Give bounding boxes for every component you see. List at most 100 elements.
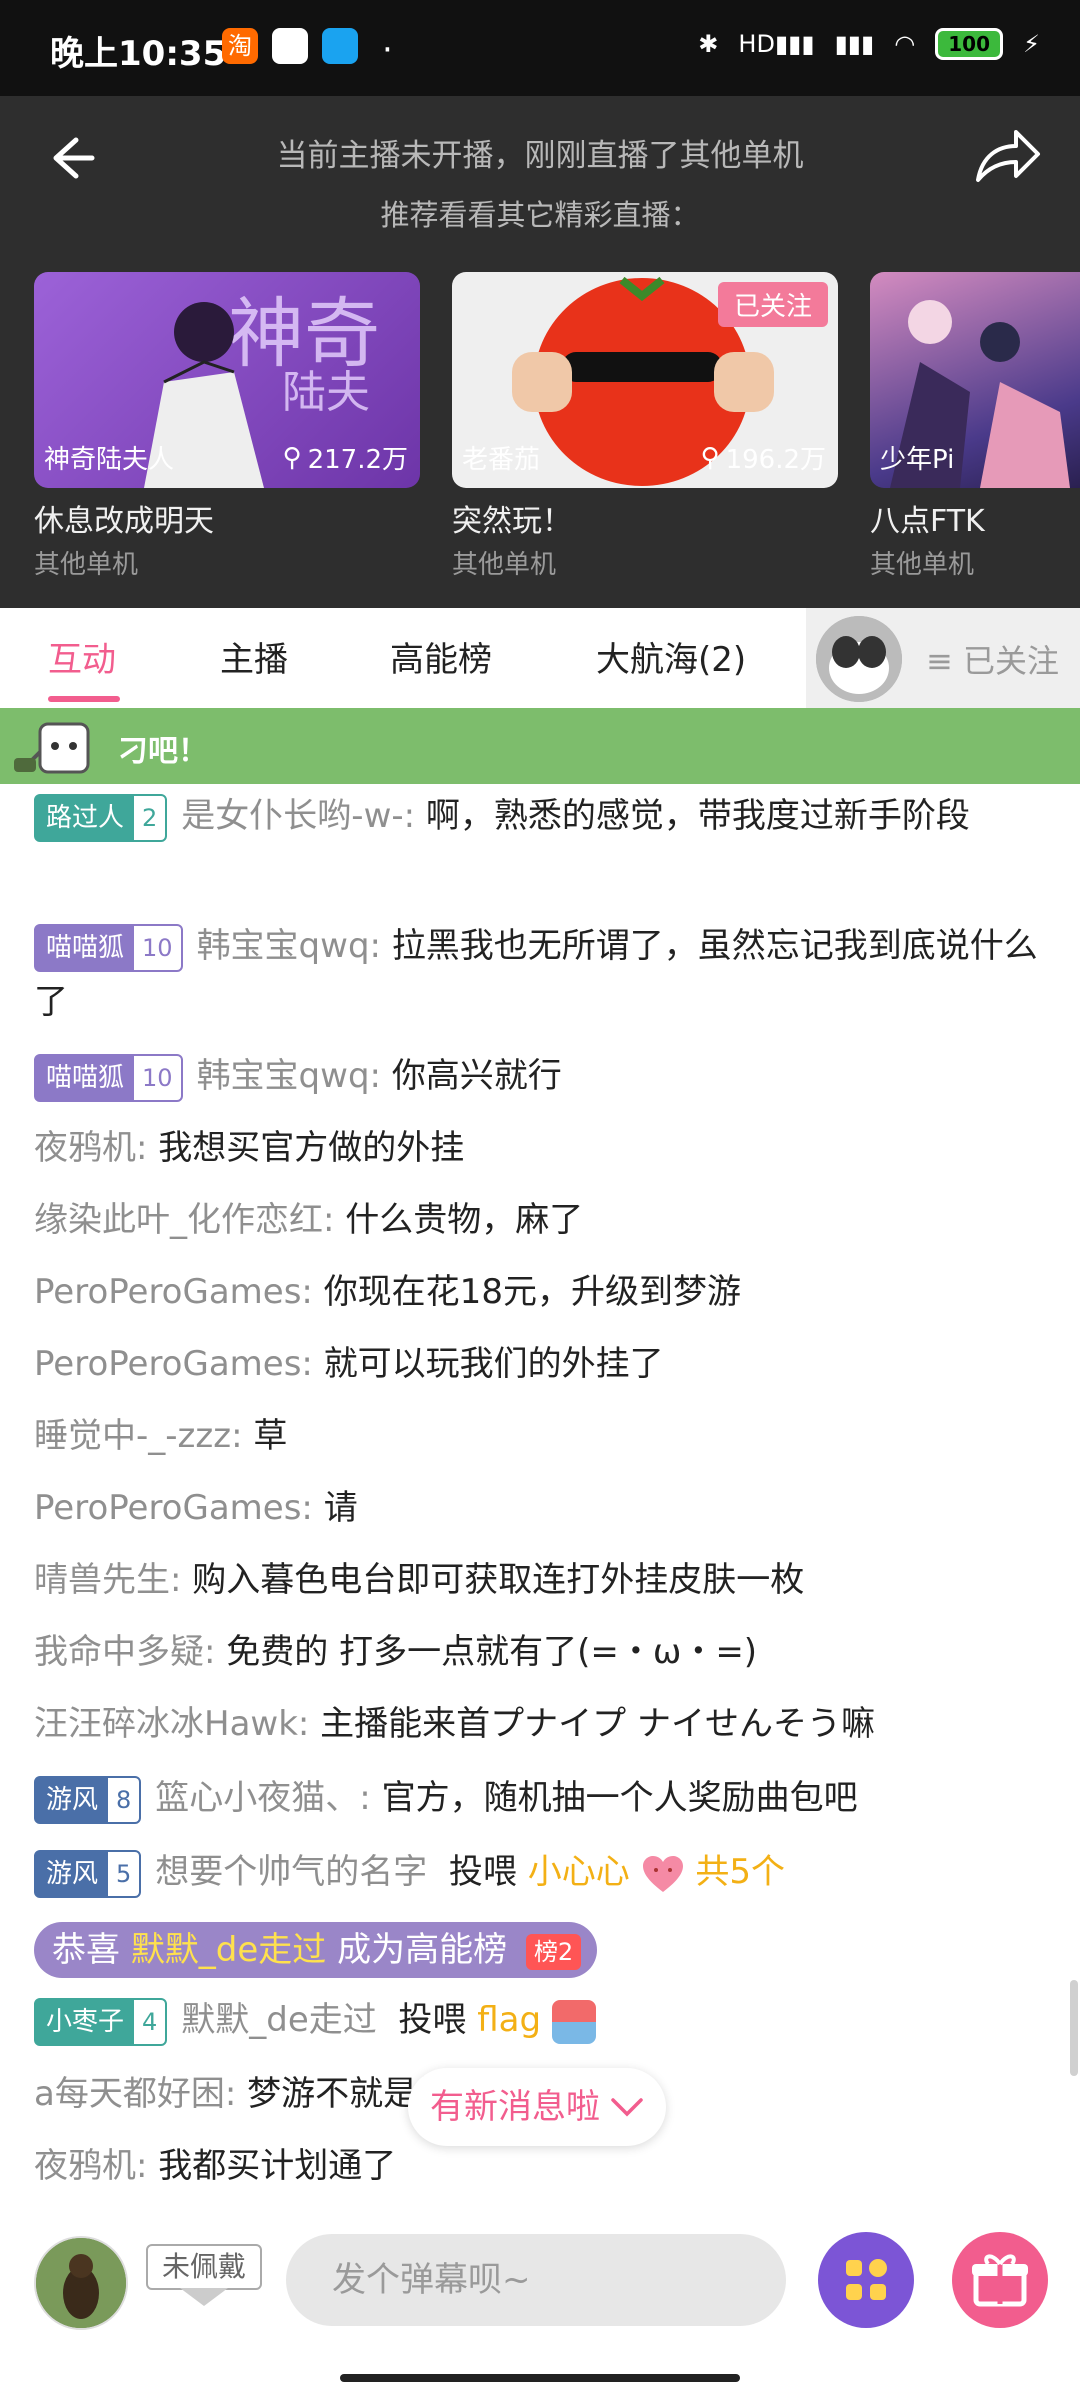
- gift-message: 小枣子 4 默默_de走过 投喂 flag: [34, 1992, 1044, 2048]
- streamer-name: 少年Pi: [880, 445, 955, 475]
- danmaku-input[interactable]: [286, 2234, 786, 2326]
- medal-ribbon: [180, 2288, 228, 2306]
- chat-username[interactable]: 想要个帅气的名字: [155, 1852, 427, 1892]
- status-time: 晚上10:35: [50, 34, 227, 74]
- gift-button[interactable]: [952, 2232, 1048, 2328]
- view-count: ⚲ 196.2万: [700, 442, 826, 476]
- chat-message: 汪汪碎冰冰Hawk: 主播能来首プナイプ ナイせんそう嘛: [34, 1696, 1044, 1752]
- chat-username[interactable]: 夜鸦机:: [34, 2146, 147, 2186]
- recommend-card[interactable]: 神奇 陆夫 神奇陆夫人 ⚲ 217.2万 休息改成明天 其他单机: [34, 272, 420, 581]
- fan-medal[interactable]: 游风 8: [34, 1775, 142, 1824]
- chat-message: PeroPeroGames: 就可以玩我们的外挂了: [34, 1336, 1044, 1392]
- chat-username[interactable]: PeroPeroGames:: [34, 1272, 313, 1312]
- chat-message: PeroPeroGames: 请: [34, 1480, 1044, 1536]
- chat-username[interactable]: PeroPeroGames:: [34, 1344, 313, 1384]
- streamer-name: 老番茄: [462, 445, 541, 475]
- chat-message: 睡觉中-_-zzz: 草: [34, 1408, 1044, 1464]
- notice-prefix: 恭喜: [52, 1930, 120, 1970]
- recommend-card[interactable]: 已关注 老番茄 ⚲ 196.2万 突然玩！ 其他单机: [452, 272, 838, 581]
- chat-username[interactable]: 睡觉中-_-zzz:: [34, 1416, 243, 1456]
- bottom-input-bar: 未佩戴: [0, 2200, 1080, 2400]
- tab-interaction[interactable]: 互动: [48, 632, 116, 681]
- chat-text: 草: [253, 1416, 288, 1456]
- gift-action: 投喂: [398, 2000, 467, 2040]
- chat-username[interactable]: 夜鸦机:: [34, 1128, 147, 1168]
- chat-username[interactable]: 晴兽先生:: [34, 1560, 181, 1600]
- streamer-avatar: [816, 616, 902, 702]
- fan-medal[interactable]: 喵喵狐 10: [34, 1053, 183, 1102]
- new-message-button[interactable]: 有新消息啦: [408, 2068, 666, 2146]
- home-indicator[interactable]: [340, 2374, 740, 2382]
- taobao-icon: 淘: [222, 28, 258, 64]
- robot-mascot-icon: [14, 722, 90, 774]
- medal-slot[interactable]: 未佩戴: [146, 2244, 262, 2290]
- stream-title: 突然玩！: [452, 504, 572, 539]
- signal-icon: ▮▮▮: [834, 30, 875, 58]
- recommend-card[interactable]: 少年Pi 八点FTK 其他单机: [870, 272, 1080, 581]
- chat-username[interactable]: 缘染此叶_化作恋红:: [34, 1200, 334, 1240]
- tab-high-energy-rank[interactable]: 高能榜: [390, 632, 492, 681]
- chat-message: 夜鸦机: 我想买官方做的外挂: [34, 1120, 1044, 1176]
- notification-dot: ·: [382, 30, 393, 70]
- gift-message: 游风 5 想要个帅气的名字 投喂 小心心 共5个: [34, 1844, 1044, 1900]
- share-icon[interactable]: [968, 120, 1044, 190]
- user-avatar[interactable]: [34, 2236, 128, 2330]
- notice-user[interactable]: 默默_de走过: [131, 1930, 327, 1970]
- chat-message: 缘染此叶_化作恋红: 什么贵物，麻了: [34, 1192, 1044, 1248]
- fan-medal[interactable]: 小枣子 4: [34, 1997, 168, 2046]
- chat-username[interactable]: 篮心小夜猫、:: [155, 1778, 370, 1818]
- chat-username[interactable]: 默默_de走过: [181, 2000, 377, 2040]
- stream-thumbnail: 神奇 陆夫 神奇陆夫人 ⚲ 217.2万: [34, 272, 420, 488]
- tab-bar: 互动 主播 高能榜 大航海(2) ≡ 已关注: [0, 608, 1080, 709]
- chat-scrollbar[interactable]: [1070, 1980, 1078, 2076]
- viewers-icon: ⚲: [700, 442, 720, 473]
- status-bar: 晚上10:35 淘 · ✱ HD▮▮▮ ▮▮▮ ◠ 100 ⚡: [0, 0, 1080, 96]
- chat-username[interactable]: 我命中多疑:: [34, 1632, 215, 1672]
- battery-icon: 100: [935, 28, 1004, 60]
- stream-category: 其他单机: [870, 550, 975, 580]
- event-banner[interactable]: 刁吧！: [0, 708, 1080, 784]
- signal-hd-icon: HD▮▮▮: [738, 30, 815, 58]
- chevron-down-icon: [611, 2098, 643, 2117]
- notice-text: 成为高能榜: [337, 1930, 508, 1970]
- rank-notice: 恭喜 默默_de走过 成为高能榜 榜2: [34, 1922, 598, 1978]
- chat-message: 喵喵狐 10 韩宝宝qwq: 拉黑我也无所谓了，虽然忘记我到底说什么了: [34, 918, 1044, 1030]
- tab-streamer[interactable]: 主播: [220, 632, 288, 681]
- chat-text: 就可以玩我们的外挂了: [323, 1344, 664, 1384]
- streamer-name: 神奇陆夫人: [44, 445, 175, 475]
- chat-text: 主播能来首プナイプ ナイせんそう嘛: [320, 1704, 875, 1744]
- chat-text: 拉黑我也无所谓了，虽然忘记我到底说什么了: [34, 926, 1038, 1022]
- follow-button[interactable]: ≡ 已关注: [806, 608, 1080, 708]
- fan-medal[interactable]: 游风 5: [34, 1849, 142, 1898]
- chat-username[interactable]: 汪汪碎冰冰Hawk:: [34, 1704, 309, 1744]
- active-tab-indicator: [48, 696, 120, 702]
- function-menu-button[interactable]: [818, 2232, 914, 2328]
- status-right: ✱ HD▮▮▮ ▮▮▮ ◠ 100 ⚡: [698, 28, 1040, 60]
- chat-text: 官方，随机抽一个人奖励曲包吧: [381, 1778, 858, 1818]
- apps-grid-icon: [846, 2259, 887, 2300]
- fan-medal[interactable]: 喵喵狐 10: [34, 923, 183, 972]
- chat-username[interactable]: 韩宝宝qwq:: [197, 1056, 381, 1096]
- stream-thumbnail: 少年Pi: [870, 272, 1080, 488]
- fan-medal[interactable]: 路过人 2: [34, 793, 168, 842]
- chat-text: 你高兴就行: [391, 1056, 562, 1096]
- stream-category: 其他单机: [452, 550, 557, 580]
- chat-username[interactable]: a每天都好困:: [34, 2074, 236, 2114]
- chat-message: 喵喵狐 10 韩宝宝qwq: 你高兴就行: [34, 1048, 1044, 1104]
- view-count: ⚲ 217.2万: [282, 442, 408, 476]
- chat-message: 我命中多疑: 免费的 打多一点就有了(=・ω・=): [34, 1624, 1044, 1680]
- charging-icon: ⚡: [1023, 30, 1040, 58]
- offline-notice: 当前主播未开播，刚刚直播了其他单机: [276, 138, 804, 174]
- chat-list[interactable]: 路过人 2 是女仆长哟-w-: 啊，熟悉的感觉，带我度过新手阶段 喵喵狐 10 韩宝宝q…: [0, 784, 1080, 2200]
- chat-username[interactable]: 韩宝宝qwq:: [197, 926, 381, 966]
- stream-thumbnail: 已关注 老番茄 ⚲ 196.2万: [452, 272, 838, 488]
- chat-username[interactable]: PeroPeroGames:: [34, 1488, 313, 1528]
- chat-text: 免费的 打多一点就有了(=・ω・=): [226, 1632, 758, 1672]
- chat-text: 什么贵物，麻了: [345, 1200, 584, 1240]
- tab-guard[interactable]: 大航海(2): [596, 632, 746, 681]
- chat-text: 购入暮色电台即可获取连打外挂皮肤一枚: [192, 1560, 805, 1600]
- chat-username[interactable]: 是女仆长哟-w-:: [181, 796, 415, 836]
- chat-message: PeroPeroGames: 你现在花18元，升级到梦游: [34, 1264, 1044, 1320]
- offline-recommend-header: 当前主播未开播，刚刚直播了其他单机 推荐看看其它精彩直播： 神奇 陆夫 神奇陆夫…: [0, 96, 1080, 608]
- flag-gift-icon: [551, 1999, 596, 2044]
